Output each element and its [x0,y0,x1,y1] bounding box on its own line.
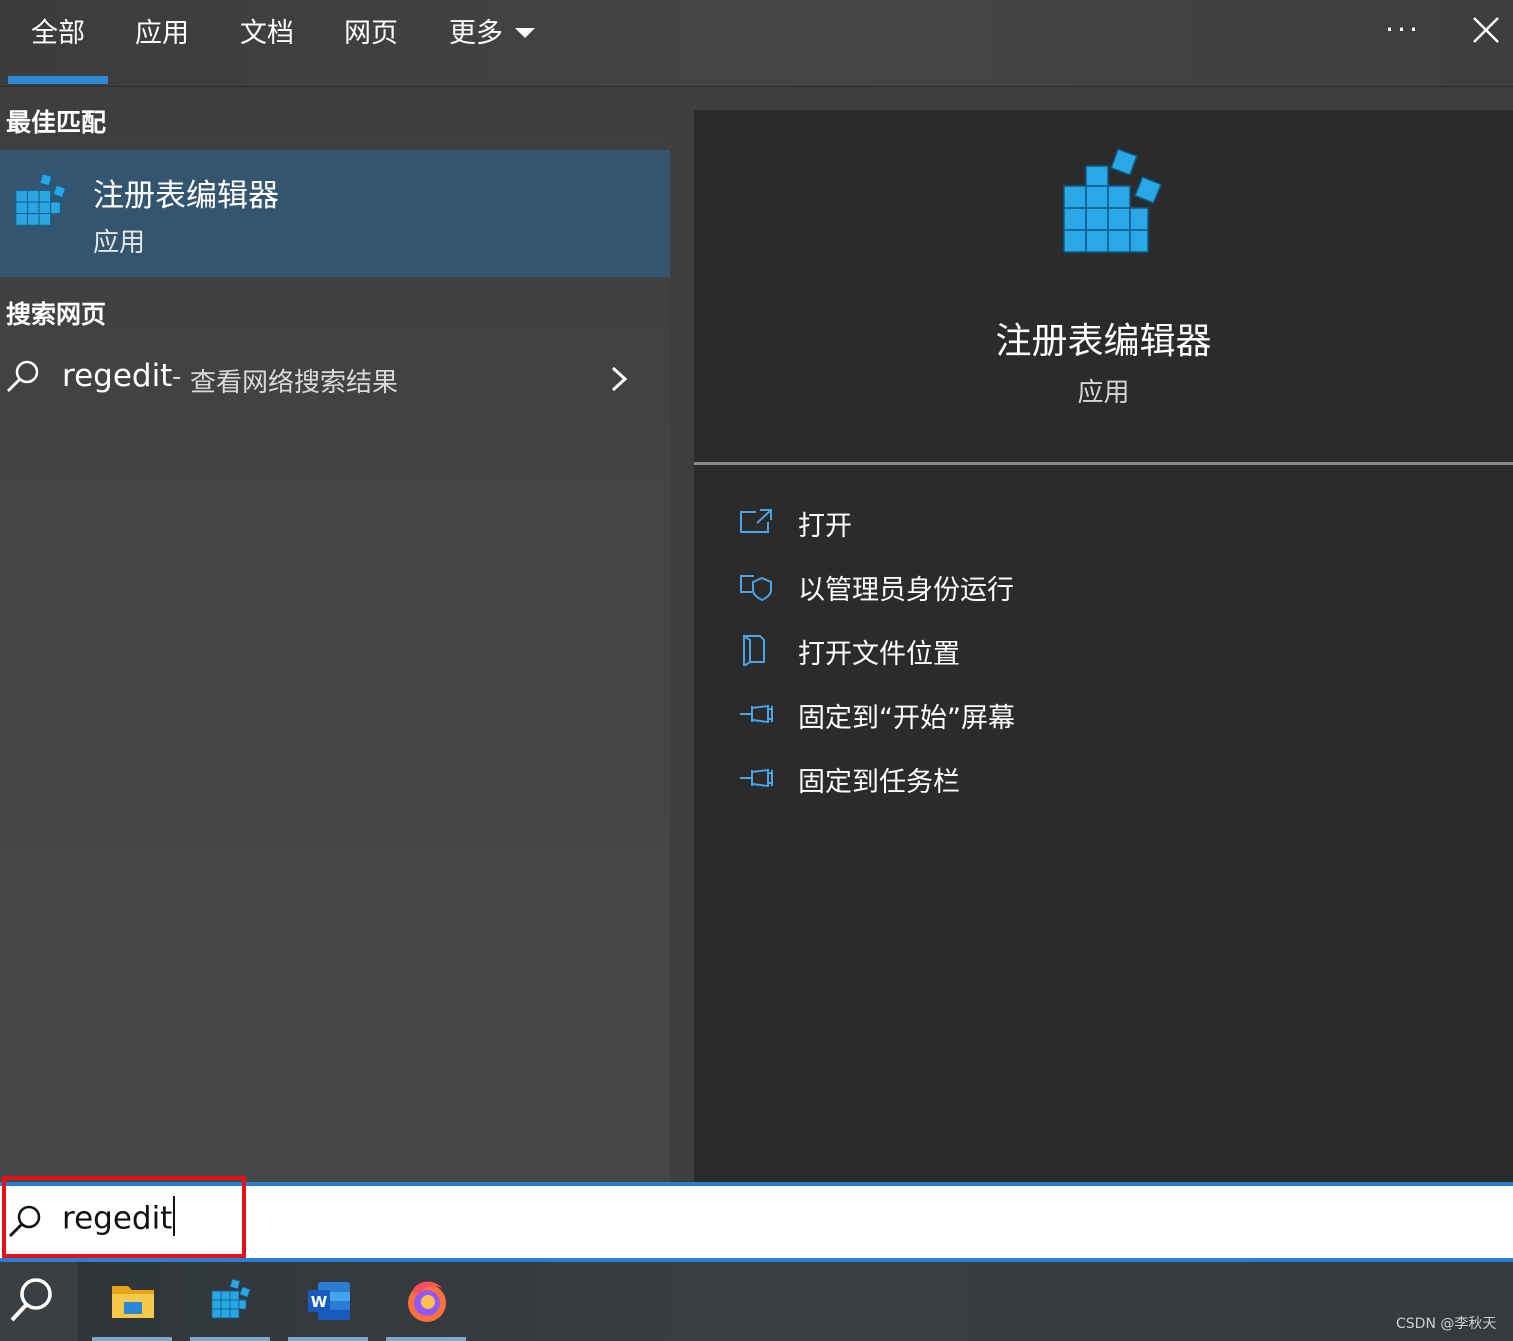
ellipsis-icon[interactable]: ··· [1380,12,1426,52]
close-button[interactable] [1466,12,1506,52]
running-indicator [190,1337,270,1341]
taskbar: W [0,1262,1513,1341]
running-indicator [92,1337,172,1341]
tab-all[interactable]: 全部 [31,14,85,54]
search-input[interactable]: regedit [62,1196,176,1240]
close-icon [1473,17,1499,43]
search-bar[interactable]: regedit [0,1182,1513,1262]
registry-editor-icon [15,173,67,226]
chevron-right-icon[interactable] [608,364,632,394]
best-match-title: 注册表编辑器 [93,178,279,214]
run-as-admin-icon [740,575,772,602]
registry-editor-icon [1063,148,1162,253]
best-match-item[interactable]: 注册表编辑器 应用 [0,150,670,277]
action-open[interactable]: 打开 [738,502,1438,546]
web-search-query: regedit [62,358,173,394]
preview-app-title: 注册表编辑器 [995,321,1212,362]
watermark: CSDN @李秋天 [1396,1316,1497,1332]
taskbar-word[interactable]: W [288,1262,368,1341]
action-open-file-location[interactable]: 打开文件位置 [738,630,1438,674]
file-explorer-icon [112,1286,154,1318]
file-location-icon [743,635,765,666]
action-run-as-admin-label: 以管理员身份运行 [798,575,1014,606]
tab-apps[interactable]: 应用 [135,14,189,54]
best-match-heading: 最佳匹配 [6,108,107,137]
pin-icon [740,768,773,788]
results-list: 最佳匹配 注册表编辑器 应用 搜索网页 regedit - 查看网络搜索结果 [0,87,670,1182]
search-input-value: regedit [62,1200,173,1237]
taskbar-file-explorer[interactable] [92,1262,172,1341]
preview-app-type: 应用 [1077,378,1130,408]
tab-web[interactable]: 网页 [344,14,398,54]
taskbar-firefox[interactable] [386,1262,466,1341]
action-pin-to-taskbar[interactable]: 固定到任务栏 [738,758,1438,802]
tab-documents[interactable]: 文档 [240,14,294,54]
action-pin-to-start[interactable]: 固定到“开始”屏幕 [738,694,1438,738]
tab-more-label: 更多 [449,18,503,49]
action-open-label: 打开 [798,511,852,542]
tab-more[interactable]: 更多 [449,14,535,54]
action-run-as-admin[interactable]: 以管理员身份运行 [738,566,1438,610]
svg-text:W: W [311,1293,328,1311]
web-search-description: 查看网络搜索结果 [190,368,399,398]
app-preview-pane: 注册表编辑器 应用 打开 以管理员身份运行 打开文件位置 固定到“开始”屏幕 固… [694,110,1513,1182]
action-pin-to-taskbar-label: 固定到任务栏 [798,767,960,798]
action-open-file-location-label: 打开文件位置 [798,639,960,670]
text-caret [173,1196,176,1236]
search-icon [9,1205,41,1237]
firefox-icon [408,1281,446,1322]
running-indicator [288,1337,368,1341]
search-icon [7,360,39,392]
preview-divider [694,462,1513,465]
taskbar-search-button[interactable] [0,1262,78,1341]
search-scope-tabs: 全部 应用 文档 网页 更多 ··· [0,0,1513,87]
action-pin-to-start-label: 固定到“开始”屏幕 [798,703,1015,734]
web-search-heading: 搜索网页 [6,300,107,329]
active-tab-indicator [8,76,108,84]
pin-icon [740,704,773,724]
taskbar-registry-editor[interactable] [190,1262,270,1341]
word-icon: W [308,1282,350,1320]
chevron-down-icon [515,27,535,38]
search-icon [10,1278,52,1322]
web-search-separator: - [172,362,182,392]
registry-editor-icon [211,1278,251,1319]
open-icon [740,509,772,533]
running-indicator [386,1337,466,1341]
best-match-type: 应用 [93,228,146,258]
web-search-item[interactable]: regedit - 查看网络搜索结果 [0,342,670,412]
